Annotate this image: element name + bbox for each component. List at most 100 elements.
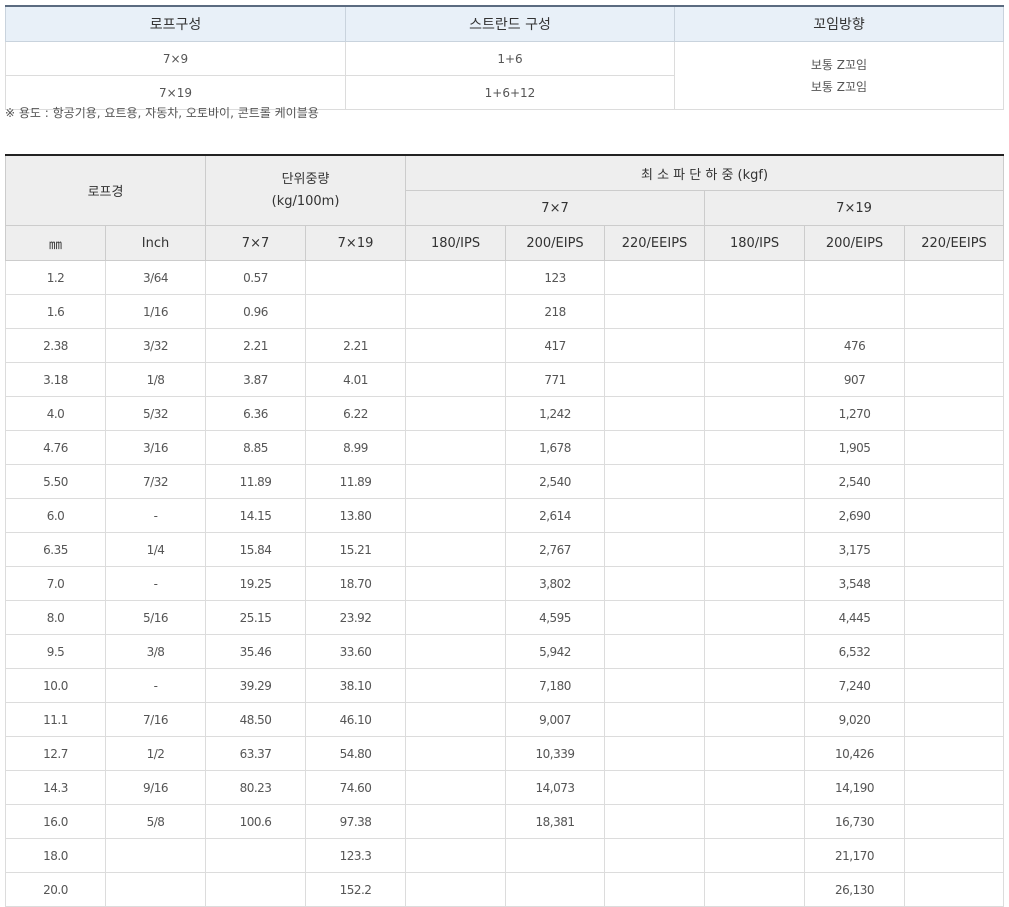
- cell-inch: 1/16: [104, 294, 207, 329]
- cell-mm: 4.0: [5, 396, 106, 431]
- cell-mm: 1.2: [5, 260, 106, 295]
- header-mm: ㎜: [5, 225, 106, 261]
- cell-inch: [104, 872, 207, 907]
- cell-weight-7x19: 6.22: [305, 396, 407, 431]
- cell-weight-7x19: 74.60: [305, 770, 407, 805]
- cell-7x19-220-eeips: [904, 328, 1005, 363]
- table-row: 3.18 1/8 3.87 4.01 771 907: [5, 362, 1005, 397]
- cell-weight-7x19: 8.99: [305, 430, 407, 465]
- cell-7x7-220-eeips: [604, 362, 706, 397]
- cell-mm: 11.1: [5, 702, 106, 737]
- header-weight-7x19: 7×19: [305, 225, 407, 261]
- cell-weight-7x19: 33.60: [305, 634, 407, 669]
- cell-inch: 3/8: [104, 634, 207, 669]
- cell-inch: 3/32: [104, 328, 207, 363]
- cell-7x7-180-ips: [405, 872, 507, 907]
- cell-inch: 1/8: [104, 362, 207, 397]
- cell-7x19-180-ips: [704, 566, 806, 601]
- cell-7x7-200-eips: 1,678: [505, 430, 606, 465]
- header-7x7-180-ips: 180/IPS: [405, 225, 507, 261]
- cell-7x19-220-eeips: [904, 770, 1005, 805]
- cell-weight-7x7: 100.6: [205, 804, 307, 839]
- cell-mm: 1.6: [5, 294, 106, 329]
- cell-weight-7x7: 63.37: [205, 736, 307, 771]
- cell-7x7-220-eeips: [604, 464, 706, 499]
- cell-7x7-200-eips: 771: [505, 362, 606, 397]
- cell-7x7-200-eips: 2,614: [505, 498, 606, 533]
- cell-7x19-220-eeips: [904, 702, 1005, 737]
- cell-inch: 5/8: [104, 804, 207, 839]
- cell-inch: 7/16: [104, 702, 207, 737]
- cell-weight-7x19: 46.10: [305, 702, 407, 737]
- header-inch: Inch: [104, 225, 207, 261]
- cell-7x19-220-eeips: [904, 430, 1005, 465]
- cell-7x7-180-ips: [405, 294, 507, 329]
- cell-7x19-220-eeips: [904, 736, 1005, 771]
- cell-weight-7x7: 80.23: [205, 770, 307, 805]
- table-row: 1.2 3/64 0.57 123: [5, 260, 1005, 295]
- cell-strand: 1+6: [345, 41, 675, 76]
- cell-mm: 9.5: [5, 634, 106, 669]
- cell-7x7-200-eips: 2,767: [505, 532, 606, 567]
- cell-weight-7x19: 152.2: [305, 872, 407, 907]
- cell-7x19-200-eips: 7,240: [804, 668, 906, 703]
- header-twist-direction: 꼬임방향: [674, 5, 1004, 42]
- cell-weight-7x19: 18.70: [305, 566, 407, 601]
- cell-inch: 1/2: [104, 736, 207, 771]
- cell-weight-7x7: 25.15: [205, 600, 307, 635]
- cell-mm: 6.35: [5, 532, 106, 567]
- cell-7x7-200-eips: 7,180: [505, 668, 606, 703]
- cell-7x7-200-eips: 18,381: [505, 804, 606, 839]
- cell-7x7-220-eeips: [604, 532, 706, 567]
- cell-mm: 16.0: [5, 804, 106, 839]
- cell-7x19-180-ips: [704, 430, 806, 465]
- cell-weight-7x7: 0.57: [205, 260, 307, 295]
- cell-7x19-220-eeips: [904, 566, 1005, 601]
- cell-inch: 7/32: [104, 464, 207, 499]
- cell-weight-7x7: 35.46: [205, 634, 307, 669]
- cell-7x19-220-eeips: [904, 396, 1005, 431]
- cell-weight-7x19: 4.01: [305, 362, 407, 397]
- header-7x19-220-eeips: 220/EEIPS: [904, 225, 1005, 261]
- cell-7x19-200-eips: 907: [804, 362, 906, 397]
- cell-weight-7x7: 15.84: [205, 532, 307, 567]
- cell-mm: 7.0: [5, 566, 106, 601]
- cell-7x19-200-eips: 2,540: [804, 464, 906, 499]
- cell-inch: 3/64: [104, 260, 207, 295]
- table-row: 4.76 3/16 8.85 8.99 1,678 1,905: [5, 430, 1005, 465]
- cell-7x19-200-eips: 10,426: [804, 736, 906, 771]
- header-rope-diameter: 로프경: [4, 154, 207, 226]
- cell-mm: 8.0: [5, 600, 106, 635]
- rope-spec-table: 로프경 단위중량 (kg/100m) 최 소 파 단 하 중 (kgf) 7×7…: [4, 154, 1005, 907]
- cell-7x7-180-ips: [405, 702, 507, 737]
- cell-7x7-220-eeips: [604, 328, 706, 363]
- cell-7x19-220-eeips: [904, 838, 1005, 873]
- cell-inch: 9/16: [104, 770, 207, 805]
- cell-weight-7x7: 0.96: [205, 294, 307, 329]
- cell-7x19-200-eips: 1,905: [804, 430, 906, 465]
- cell-7x19-220-eeips: [904, 260, 1005, 295]
- cell-7x7-180-ips: [405, 532, 507, 567]
- cell-7x19-180-ips: [704, 498, 806, 533]
- cell-mm: 5.50: [5, 464, 106, 499]
- cell-weight-7x19: 2.21: [305, 328, 407, 363]
- cell-7x19-180-ips: [704, 736, 806, 771]
- cell-7x19-220-eeips: [904, 872, 1005, 907]
- table-row: 7.0-19.25 18.70 3,802 3,548: [5, 566, 1005, 601]
- cell-inch: -: [104, 668, 207, 703]
- cell-inch: 5/16: [104, 600, 207, 635]
- cell-7x19-200-eips: 14,190: [804, 770, 906, 805]
- cell-weight-7x19: 38.10: [305, 668, 407, 703]
- cell-7x7-220-eeips: [604, 498, 706, 533]
- cell-7x7-180-ips: [405, 498, 507, 533]
- cell-inch: 1/4: [104, 532, 207, 567]
- cell-7x19-200-eips: 2,690: [804, 498, 906, 533]
- cell-7x19-180-ips: [704, 668, 806, 703]
- header-strand-construction: 스트란드 구성: [345, 5, 675, 42]
- header-7x7-220-eeips: 220/EEIPS: [604, 225, 706, 261]
- cell-weight-7x19: 54.80: [305, 736, 407, 771]
- cell-7x7-220-eeips: [604, 396, 706, 431]
- cell-7x19-180-ips: [704, 600, 806, 635]
- cell-7x7-220-eeips: [604, 702, 706, 737]
- table-row: 4.0 5/32 6.36 6.22 1,242 1,270: [5, 396, 1005, 431]
